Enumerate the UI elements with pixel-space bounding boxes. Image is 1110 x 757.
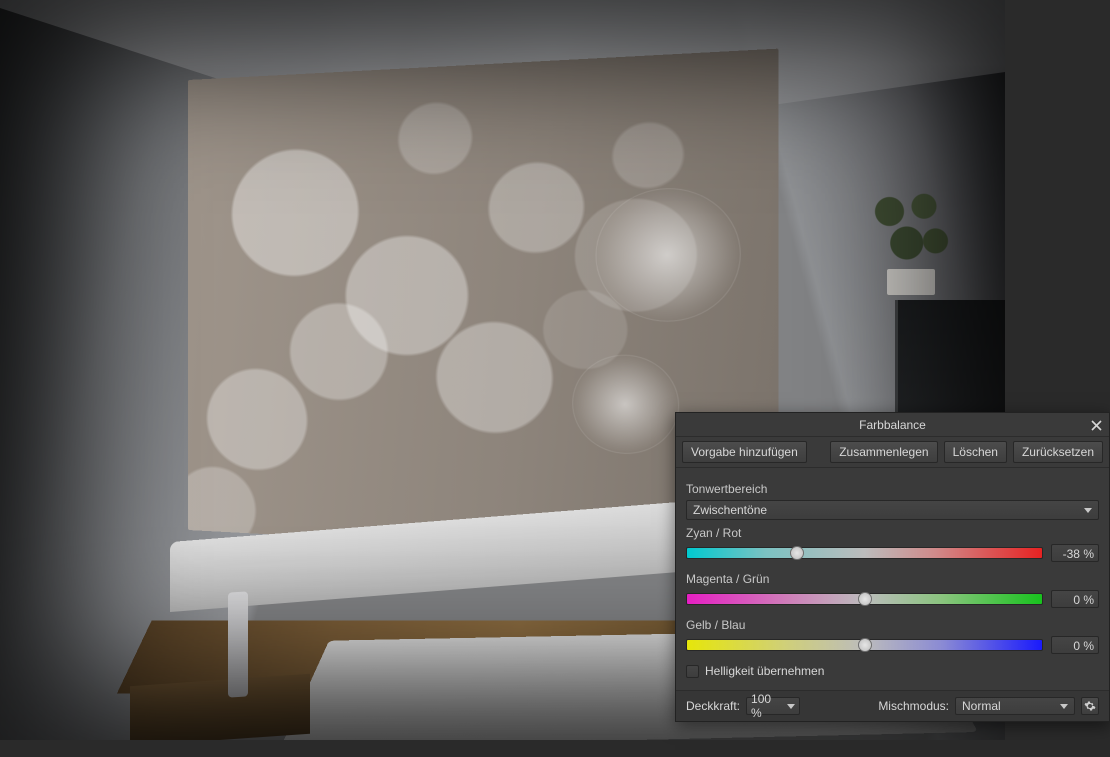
yellow-blue-slider[interactable] — [686, 639, 1043, 651]
reset-button[interactable]: Zurücksetzen — [1013, 441, 1103, 463]
dialog-toolbar: Vorgabe hinzufügen Zusammenlegen Löschen… — [676, 437, 1109, 468]
magenta-green-slider[interactable] — [686, 593, 1043, 605]
blendmode-label: Mischmodus: — [878, 699, 949, 713]
opacity-input[interactable]: 100 % — [746, 697, 800, 715]
chevron-down-icon — [787, 704, 795, 709]
yellow-blue-thumb[interactable] — [858, 638, 872, 652]
chevron-down-icon — [1060, 704, 1068, 709]
delete-button[interactable]: Löschen — [944, 441, 1007, 463]
color-balance-dialog: Farbbalance Vorgabe hinzufügen Zusammenl… — [675, 412, 1110, 722]
cyan-red-value[interactable]: -38 % — [1051, 544, 1099, 562]
cyan-red-slider[interactable] — [686, 547, 1043, 559]
merge-button[interactable]: Zusammenlegen — [830, 441, 937, 463]
yellow-blue-label: Gelb / Blau — [686, 618, 1099, 632]
tone-range-value: Zwischentöne — [693, 503, 767, 517]
blendmode-value: Normal — [962, 699, 1001, 713]
dialog-titlebar[interactable]: Farbbalance — [676, 413, 1109, 437]
chevron-down-icon — [1084, 508, 1092, 513]
preserve-luminosity-checkbox[interactable] — [686, 665, 699, 678]
magenta-green-value[interactable]: 0 % — [1051, 590, 1099, 608]
magenta-green-label: Magenta / Grün — [686, 572, 1099, 586]
cyan-red-label: Zyan / Rot — [686, 526, 1099, 540]
magenta-green-thumb[interactable] — [858, 592, 872, 606]
yellow-blue-value[interactable]: 0 % — [1051, 636, 1099, 654]
workspace-bottom — [0, 740, 1110, 757]
tone-range-label: Tonwertbereich — [686, 482, 1099, 496]
tone-range-select[interactable]: Zwischentöne — [686, 500, 1099, 520]
opacity-value: 100 % — [751, 692, 785, 720]
blendmode-select[interactable]: Normal — [955, 697, 1075, 715]
close-icon[interactable] — [1087, 416, 1105, 434]
opacity-label: Deckkraft: — [686, 699, 740, 713]
dialog-footer: Deckkraft: 100 % Mischmodus: Normal — [676, 690, 1109, 721]
gear-icon[interactable] — [1081, 697, 1099, 715]
preserve-luminosity-label: Helligkeit übernehmen — [705, 664, 824, 678]
cyan-red-thumb[interactable] — [790, 546, 804, 560]
dialog-title: Farbbalance — [859, 418, 926, 432]
add-preset-button[interactable]: Vorgabe hinzufügen — [682, 441, 807, 463]
